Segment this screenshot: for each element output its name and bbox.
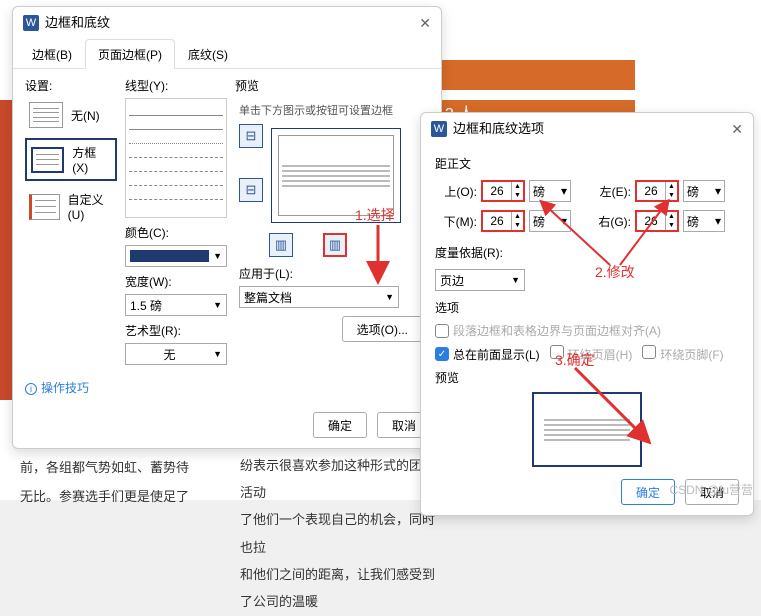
ok-button[interactable]: 确定 xyxy=(313,412,367,438)
app-icon: W xyxy=(431,121,447,137)
setting-label: 设置: xyxy=(25,77,117,94)
width-label: 宽度(W): xyxy=(125,273,227,290)
setting-box[interactable]: 方框(X) xyxy=(25,138,117,181)
apply-combo[interactable]: 整篇文档▼ xyxy=(239,286,399,308)
measure-combo[interactable]: 页边▼ xyxy=(435,269,525,291)
setting-custom[interactable]: 自定义(U) xyxy=(25,187,117,226)
opt-align: 段落边框和表格边界与页面边框对齐(A) xyxy=(435,322,739,339)
line-label: 线型(Y): xyxy=(125,77,227,94)
top-label: 上(O): xyxy=(435,183,477,200)
opt-front-check[interactable]: ✓ xyxy=(435,347,449,361)
bottom-label: 下(M): xyxy=(435,213,477,230)
measure-label: 度量依据(R): xyxy=(435,244,503,261)
top-spin[interactable]: ▲▼ xyxy=(481,180,525,202)
apply-label: 应用于(L): xyxy=(239,265,423,282)
color-combo[interactable]: ▼ xyxy=(125,245,227,267)
close-icon[interactable]: ✕ xyxy=(731,113,743,145)
left-unit[interactable]: 磅▾ xyxy=(683,180,725,202)
setting-none[interactable]: 无(N) xyxy=(25,98,117,132)
border-right-button[interactable]: ▥ xyxy=(323,233,347,257)
line-style-list[interactable] xyxy=(125,98,227,218)
preview-label: 预览 xyxy=(235,77,427,94)
tab-page-border[interactable]: 页面边框(P) xyxy=(85,39,175,69)
close-icon[interactable]: ✕ xyxy=(419,7,431,39)
border-top-button[interactable]: ⊟ xyxy=(239,124,263,148)
width-combo[interactable]: 1.5 磅▼ xyxy=(125,294,227,316)
options-group-label: 选项 xyxy=(435,299,739,316)
annotation-3: 3.确定 xyxy=(555,350,595,370)
options-button[interactable]: 选项(O)... xyxy=(342,316,423,342)
dialog-title: 边框和底纹 xyxy=(45,7,110,39)
annotation-1: 1.选择 xyxy=(355,205,395,225)
left-label: 左(E): xyxy=(589,183,631,200)
border-bottom-button[interactable]: ⊟ xyxy=(239,178,263,202)
bottom-spin[interactable]: ▲▼ xyxy=(481,210,525,232)
left-spin[interactable]: ▲▼ xyxy=(635,180,679,202)
art-label: 艺术型(R): xyxy=(125,322,227,339)
app-icon: W xyxy=(23,15,39,31)
right-unit[interactable]: 磅▾ xyxy=(683,210,725,232)
ok2-button[interactable]: 确定 xyxy=(621,479,675,505)
watermark: CSDN @fu营营 xyxy=(669,481,753,498)
art-combo[interactable]: 无▼ xyxy=(125,343,227,365)
tips-link[interactable]: i操作技巧 xyxy=(13,373,441,402)
margin-group-label: 距正文 xyxy=(435,155,739,172)
tab-border[interactable]: 边框(B) xyxy=(19,39,85,69)
tab-shading[interactable]: 底纹(S) xyxy=(175,39,241,69)
top-unit[interactable]: 磅▾ xyxy=(529,180,571,202)
dialog2-title: 边框和底纹选项 xyxy=(453,113,544,145)
border-left-button[interactable]: ▥ xyxy=(269,233,293,257)
preview-hint: 单击下方图示或按钮可设置边框 xyxy=(239,102,423,118)
color-label: 颜色(C): xyxy=(125,224,227,241)
